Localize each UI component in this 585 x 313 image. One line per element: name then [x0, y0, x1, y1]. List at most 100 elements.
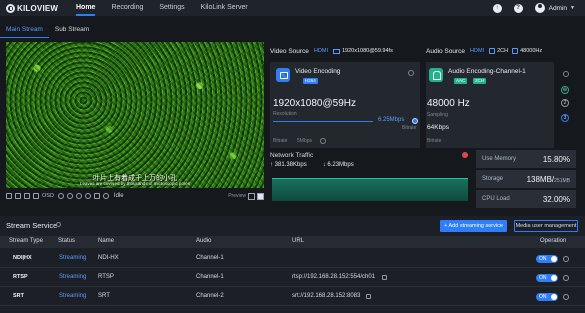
stream-toggle[interactable]: ON	[536, 274, 558, 282]
kiloview-logo[interactable]: KILOVIEW	[6, 3, 60, 13]
storage-value: 138MB/251MB	[526, 174, 570, 184]
stream-settings-icon[interactable]	[563, 275, 569, 281]
osd-label[interactable]: OSD	[42, 193, 54, 199]
record-status-icon	[102, 193, 109, 199]
preview-on-button[interactable]	[257, 192, 264, 200]
nav-settings[interactable]: Settings	[159, 0, 184, 16]
row-url[interactable]: srt://192.168.28.152:8083	[292, 293, 360, 299]
volume-icon[interactable]	[75, 193, 82, 199]
row-stream-type: RTSP	[13, 274, 28, 280]
row-name: RTSP	[98, 274, 114, 280]
video-source-title: Video Source	[270, 47, 309, 55]
nav-kilolink-server[interactable]: KiloLink Server	[201, 0, 248, 16]
audio-meter-icon[interactable]	[84, 193, 91, 199]
nav-home[interactable]: Home	[76, 0, 96, 16]
nav-recording[interactable]: Recording	[111, 0, 143, 16]
fullscreen-icon[interactable]	[15, 193, 21, 199]
video-source-resolution: 1920x1080@59.94fs	[341, 48, 393, 54]
header-status: Status	[58, 238, 76, 244]
user-avatar-icon[interactable]	[534, 3, 545, 13]
add-streaming-service-button[interactable]: + Add streaming service	[440, 220, 507, 232]
resolution-label: Resolution	[273, 111, 297, 117]
row-url[interactable]: rtsp://192.168.28.152:554/ch01	[292, 274, 375, 280]
video-encoding-resolution: 1920x1080@59Hz	[273, 98, 356, 109]
tab-sub-stream[interactable]: Sub Stream	[49, 22, 95, 38]
safe-area-icon[interactable]	[24, 193, 30, 199]
header-operation: Operation	[540, 238, 567, 244]
audio-source-channels: 2CH	[497, 48, 509, 54]
audio-source-title: Audio Source	[426, 47, 466, 55]
storage-usage: Storage 138MB/251MB	[476, 170, 576, 188]
video-encoding-settings-icon[interactable]	[408, 70, 414, 76]
stream-settings-icon[interactable]	[563, 294, 569, 300]
logo-text: KILOVIEW	[17, 3, 59, 13]
record-state-label: Idle	[113, 193, 124, 199]
audio-encoding-settings-icon[interactable]	[563, 71, 569, 77]
bitrate-mode-value: 5Mbps	[297, 138, 313, 144]
table-row	[0, 249, 585, 268]
color-icon[interactable]	[66, 193, 73, 199]
video-source-header: Video Source HDMI 1920x1080@59.94fs	[270, 44, 420, 58]
network-download: ↓ 6.23Mbps	[322, 162, 354, 168]
preview-off-button[interactable]	[248, 192, 255, 200]
audio-channel-tag: 2CH	[473, 78, 487, 84]
user-name[interactable]: Admin	[549, 5, 567, 12]
osd-icon[interactable]	[33, 193, 39, 199]
stream-service-title: Stream Service	[6, 221, 58, 230]
network-traffic-graph	[272, 178, 468, 201]
sampling-label: Sampling	[427, 112, 448, 118]
stream-settings-icon[interactable]	[563, 256, 569, 262]
video-preview[interactable]: 叶片上有着成千上万的小孔 Leaves are covered by thous…	[6, 42, 264, 188]
row-status: Streaming	[59, 255, 87, 261]
stream-toggle[interactable]: ON	[536, 293, 558, 301]
video-bitrate-value: 6.25Mbps	[378, 117, 405, 123]
crop-icon[interactable]	[93, 193, 100, 199]
audio-codec-tag: AAC	[454, 78, 468, 84]
contrast-icon[interactable]	[57, 193, 64, 199]
media-user-management-button[interactable]: Media user management	[514, 220, 578, 232]
row-name: NDI-HX	[98, 255, 119, 261]
audio-encoding-card[interactable]: Audio Encoding-Channel-1 AAC 2CH 48000 H…	[426, 62, 554, 148]
row-status: Streaming	[59, 274, 87, 280]
network-upload: ↑ 381.38Kbps	[270, 162, 307, 168]
help-icon[interactable]: ?	[513, 3, 523, 13]
header-stream-type: Stream Type	[9, 238, 43, 244]
row-audio: Channel-1	[196, 274, 224, 280]
network-traffic-title: Network Traffic	[270, 152, 314, 159]
video-encoding-card[interactable]: Video Encoding H264 1920x1080@59Hz Resol…	[270, 62, 420, 148]
logo-icon	[6, 3, 15, 13]
upload-icon[interactable]: ↑	[492, 3, 502, 13]
audio-bitrate-label: Bitrate	[427, 138, 442, 144]
storage-label: Storage	[482, 176, 504, 182]
audio-channel-1-indicator[interactable]: ⊖	[561, 86, 569, 94]
alert-dot-icon[interactable]	[462, 152, 468, 158]
audio-source-header: Audio Source HDMI 2CH 48000Hz	[426, 44, 581, 58]
top-navigation-bar: KILOVIEW Home Recording Settings KiloLin…	[0, 0, 585, 16]
video-toolbar: OSD Idle Preview	[6, 190, 264, 202]
cpu-value: 32.00%	[542, 194, 570, 204]
copy-icon[interactable]	[382, 275, 387, 280]
chevron-down-icon[interactable]: ▼	[570, 5, 575, 11]
stream-toggle[interactable]: ON	[536, 255, 558, 263]
bitrate-settings-icon[interactable]	[320, 138, 326, 144]
help-icon-stream[interactable]	[56, 222, 61, 227]
audio-channel-2-indicator[interactable]: 2	[561, 99, 569, 107]
tab-main-stream[interactable]: Main Stream	[0, 22, 49, 38]
bitrate-slider-knob[interactable]	[412, 118, 418, 124]
preview-label: Preview	[228, 193, 246, 199]
bitrate-mode-label: Bitrate	[273, 138, 288, 144]
header-audio: Audio	[196, 238, 212, 244]
audio-encoding-icon	[429, 68, 443, 82]
audio-encoding-title: Audio Encoding-Channel-1	[448, 68, 526, 75]
main-nav: Home Recording Settings KiloLink Server	[60, 0, 248, 16]
header-url: URL	[292, 238, 305, 244]
row-name: SRT	[98, 293, 110, 299]
row-status: Streaming	[59, 293, 87, 299]
row-stream-type: NDI|HX	[13, 255, 32, 261]
audio-channel-3-indicator[interactable]: 3	[561, 114, 569, 122]
row-stream-type: SRT	[13, 293, 24, 299]
grid-icon[interactable]	[6, 193, 12, 199]
bitrate-label: Bitrate	[402, 125, 417, 131]
bitrate-slider-track	[273, 121, 373, 122]
copy-icon[interactable]	[366, 294, 371, 299]
